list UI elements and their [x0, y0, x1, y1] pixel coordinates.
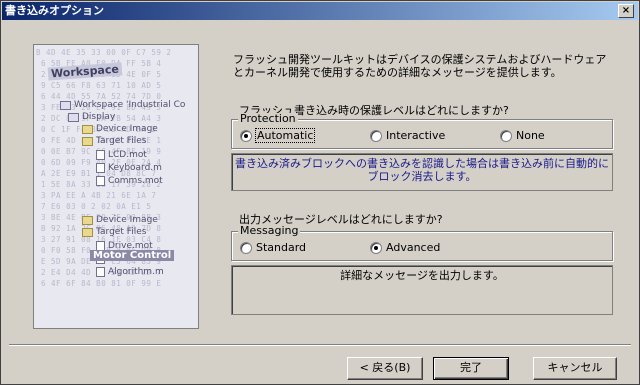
- intro-text: フラッシュ開発ツールキットはデバイスの保護システムおよびハードウェアとカーネル開…: [233, 53, 607, 79]
- hex-background: B 4D 4E 35 33 00 0F C7 59 2 6 5B FE A0 F…: [36, 48, 172, 288]
- tree-item-label: Target Files: [96, 227, 147, 237]
- radio-label: Automatic: [254, 128, 316, 143]
- tree-item-label: Comms.mot: [108, 176, 163, 186]
- tree-item: Keyboard.m: [96, 163, 162, 173]
- radio-label: Advanced: [386, 241, 441, 254]
- tree-item-label: Algorithm.m: [108, 267, 164, 277]
- tree-item: Display: [68, 112, 115, 122]
- radio-label: Interactive: [386, 129, 446, 142]
- radio-unselected-icon: [240, 241, 252, 254]
- tree-item: Device Image: [82, 124, 158, 134]
- radio-unselected-icon: [500, 129, 512, 142]
- tree-item-label: Target Files: [96, 136, 147, 146]
- messaging-legend: Messaging: [238, 224, 301, 237]
- radio-selected-icon: [240, 129, 252, 142]
- tree-item: Target Files: [82, 227, 146, 237]
- file-icon: [96, 267, 105, 277]
- radio-advanced[interactable]: Advanced: [370, 241, 440, 254]
- display-icon: [68, 112, 79, 122]
- radio-automatic[interactable]: Automatic: [240, 128, 316, 143]
- messaging-description: 詳細なメッセージを出力します。: [231, 265, 613, 315]
- tree-item: Comms.mot: [96, 176, 163, 186]
- tree-item-label: Device Image: [96, 215, 158, 225]
- window-title: 書き込みオプション: [5, 4, 104, 17]
- protection-group: Protection Automatic Interactive None: [231, 113, 613, 149]
- motor-control-label: Motor Control: [90, 250, 175, 261]
- tree-item-label: Display: [82, 112, 116, 122]
- close-button[interactable]: ×: [618, 4, 634, 18]
- title-bar: 書き込みオプション ×: [2, 2, 638, 20]
- protection-description: 書き込み済みブロックへの書き込みを認識した場合は書き込み前に自動的にブロック消去…: [231, 153, 613, 191]
- file-icon: [96, 163, 105, 173]
- radio-label: None: [516, 129, 545, 142]
- radio-label: Standard: [256, 241, 307, 254]
- dialog-window: 書き込みオプション × B 4D 4E 35 33 00 0F C7 59 2 …: [0, 0, 640, 385]
- tree-item-label: Device Image: [96, 124, 158, 134]
- tree-item: Target Files: [82, 136, 146, 146]
- button-separator: [9, 344, 631, 346]
- finish-button[interactable]: 完了: [433, 357, 509, 380]
- tree-item: LCD.mot: [96, 150, 147, 160]
- tree-item-label: LCD.mot: [108, 150, 147, 160]
- tree-item-label: Keyboard.m: [108, 163, 162, 173]
- radio-none[interactable]: None: [500, 129, 545, 142]
- radio-selected-icon: [370, 241, 382, 254]
- file-icon: [96, 150, 105, 160]
- folder-icon: [82, 136, 93, 146]
- workspace-illustration: B 4D 4E 35 33 00 0F C7 59 2 6 5B FE A0 F…: [33, 44, 199, 329]
- tree-item: Device Image: [82, 215, 158, 225]
- radio-standard[interactable]: Standard: [240, 241, 306, 254]
- tree-item: Algorithm.m: [96, 267, 164, 277]
- protection-legend: Protection: [238, 112, 298, 125]
- close-icon: ×: [621, 5, 631, 16]
- messaging-group: Messaging Standard Advanced: [231, 225, 613, 261]
- tree-item: Workspace 'Industrial Co: [60, 100, 185, 110]
- back-button[interactable]: < 戻る(B): [347, 357, 423, 380]
- folder-icon: [82, 215, 93, 225]
- cancel-button[interactable]: キャンセル: [533, 357, 617, 380]
- tree-item-label: Workspace 'Industrial Co: [74, 100, 186, 110]
- workspace-icon: [60, 100, 71, 110]
- folder-icon: [82, 124, 93, 134]
- radio-unselected-icon: [370, 129, 382, 142]
- file-icon: [96, 176, 105, 186]
- folder-icon: [82, 227, 93, 237]
- radio-interactive[interactable]: Interactive: [370, 129, 445, 142]
